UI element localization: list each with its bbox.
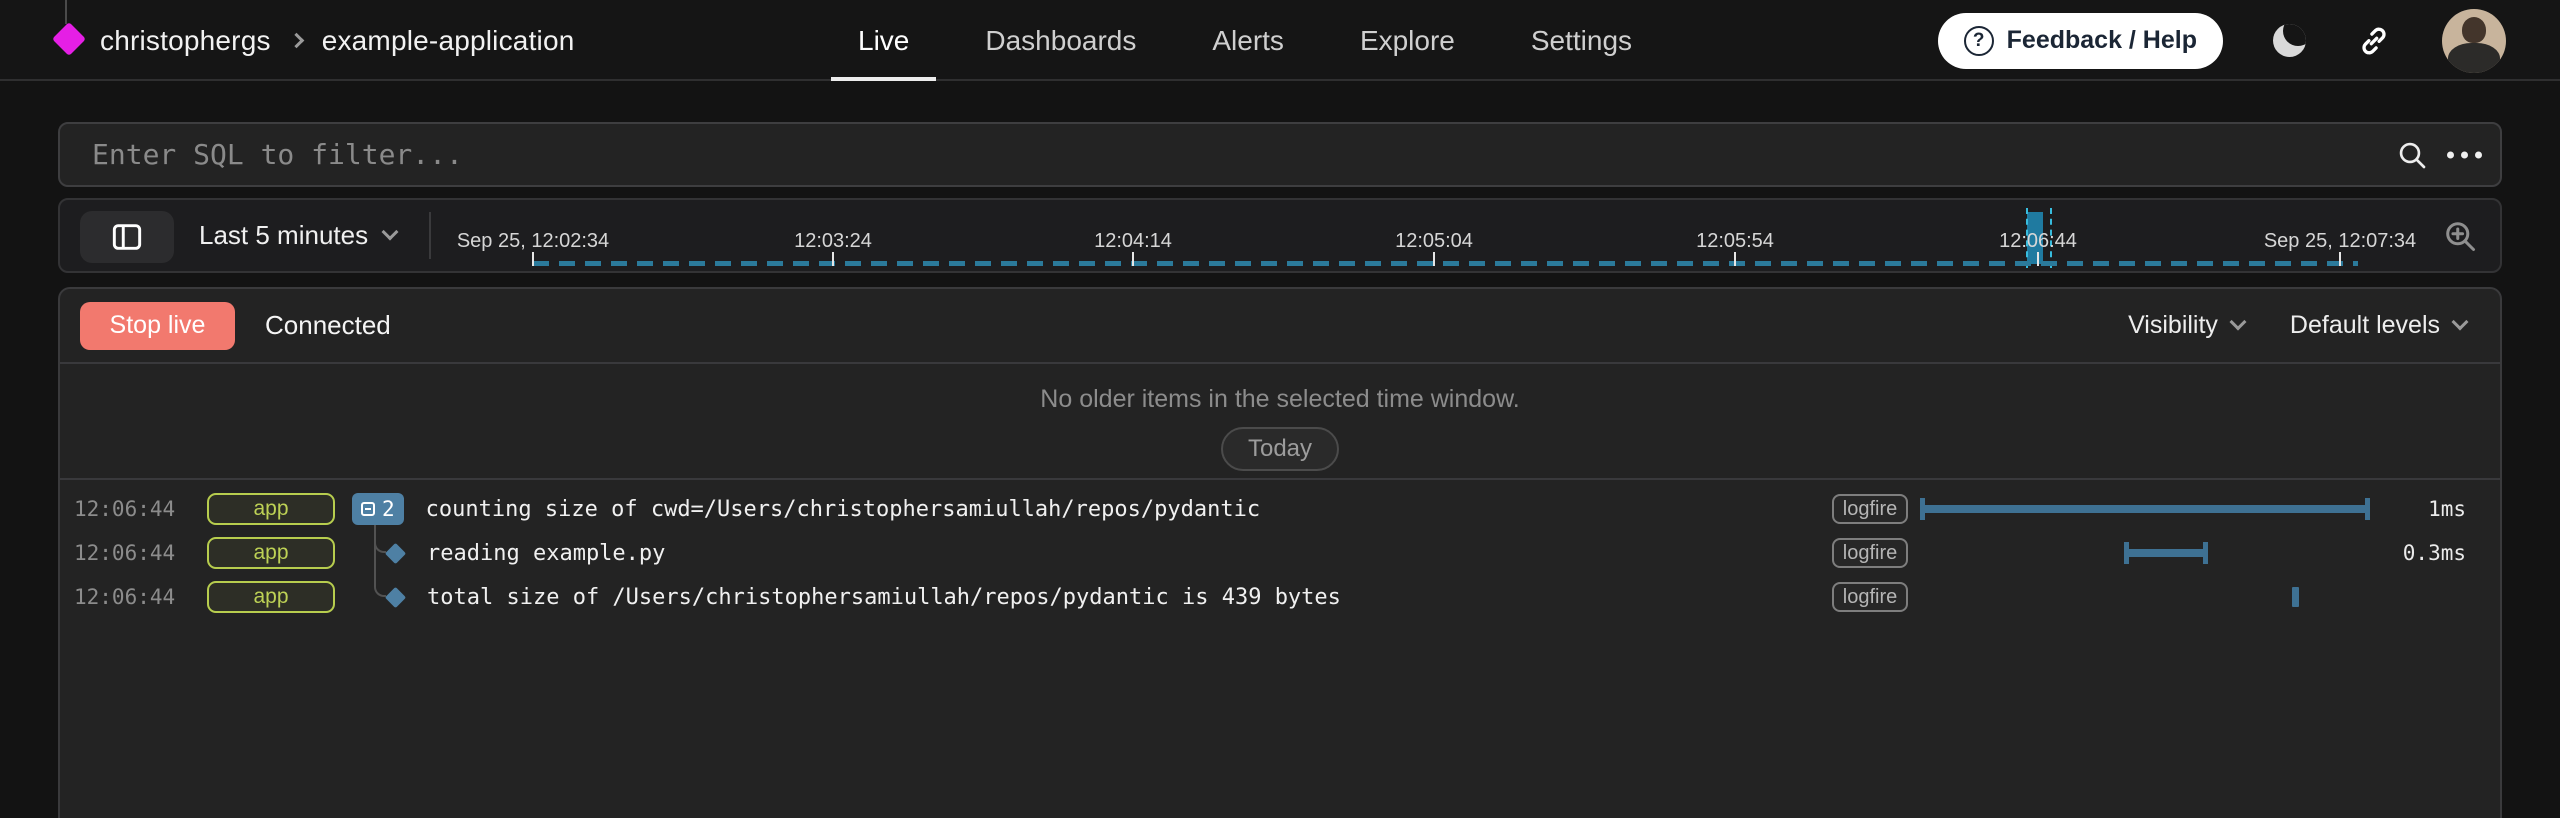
timeline-strip[interactable]: Sep 25, 12:02:34 12:03:24 12:04:14 12:05… [60, 200, 2430, 271]
logo-tail-line [65, 0, 67, 24]
minus-square-icon [361, 502, 375, 516]
tick-label: Sep 25, 12:02:34 [457, 230, 609, 253]
theme-moon-icon[interactable] [2273, 24, 2306, 57]
chevron-right-icon [288, 33, 304, 49]
tag-badge-logfire[interactable]: logfire [1832, 494, 1908, 524]
user-avatar[interactable] [2442, 9, 2506, 73]
live-header-controls: Visibility Default levels [2128, 311, 2480, 340]
log-timestamp: 12:06:44 [74, 585, 207, 609]
tick-mark [2339, 252, 2341, 266]
tick-mark [832, 252, 834, 266]
log-row-body: 2 counting size of cwd=/Users/christophe… [335, 493, 1260, 525]
chevron-down-icon [2452, 313, 2469, 330]
breadcrumb-org[interactable]: christophergs [100, 25, 271, 57]
nav-right-cluster: ? Feedback / Help [1938, 0, 2506, 81]
tick-label: 12:05:04 [1395, 230, 1473, 253]
question-circle-icon: ? [1964, 26, 1994, 56]
log-row-body: reading example.py [335, 541, 665, 566]
child-count: 2 [382, 497, 395, 521]
tab-explore[interactable]: Explore [1333, 0, 1482, 81]
magnifier-plus-icon [2442, 218, 2478, 254]
empty-state-message: No older items in the selected time wind… [1040, 385, 1519, 414]
chevron-down-icon [2229, 313, 2246, 330]
log-timestamp: 12:06:44 [74, 497, 207, 521]
tag-badge-logfire[interactable]: logfire [1832, 582, 1908, 612]
span-diamond-icon [385, 542, 406, 563]
connection-status: Connected [265, 310, 391, 341]
share-link-icon[interactable] [2356, 23, 2392, 59]
tick-label: 12:04:14 [1094, 230, 1172, 253]
today-button[interactable]: Today [1221, 427, 1339, 471]
log-message: total size of /Users/christophersamiulla… [427, 585, 1341, 610]
log-instant-tick [2292, 587, 2299, 607]
log-timestamp: 12:06:44 [74, 541, 207, 565]
tick-mark [1132, 252, 1134, 266]
nav-tabs: Live Dashboards Alerts Explore Settings [831, 0, 1659, 81]
visibility-dropdown[interactable]: Visibility [2128, 311, 2244, 340]
tick-label: 12:06:44 [1999, 230, 2077, 253]
zoom-in-button[interactable] [2442, 218, 2478, 254]
top-nav: christophergs example-application Live D… [0, 0, 2560, 81]
collapse-children-badge[interactable]: 2 [352, 493, 404, 525]
log-row-log-child[interactable]: 12:06:44 app total size of /Users/christ… [60, 575, 2500, 619]
app-root: christophergs example-application Live D… [0, 0, 2560, 818]
span-duration-label: 1ms [2428, 497, 2466, 521]
log-message: reading example.py [427, 541, 665, 566]
tick-mark [1433, 252, 1435, 266]
tick-mark [532, 252, 534, 266]
log-row-span-child[interactable]: 12:06:44 app reading example.py logfire … [60, 531, 2500, 575]
stop-live-button[interactable]: Stop live [80, 302, 235, 350]
log-message: counting size of cwd=/Users/christophers… [426, 497, 1260, 522]
breadcrumb: christophergs example-application [100, 0, 575, 81]
tab-settings[interactable]: Settings [1504, 0, 1659, 81]
tick-mark [1734, 252, 1736, 266]
log-rows: 12:06:44 app 2 counting size of cwd=/Use… [60, 480, 2500, 619]
sql-filter-input[interactable] [60, 124, 2500, 185]
live-trace-panel: Stop live Connected Visibility Default l… [58, 287, 2502, 818]
tag-badge-logfire[interactable]: logfire [1832, 538, 1908, 568]
search-icon[interactable] [2396, 139, 2428, 171]
log-row-span-parent[interactable]: 12:06:44 app 2 counting size of cwd=/Use… [60, 487, 2500, 531]
breadcrumb-project[interactable]: example-application [322, 25, 575, 57]
default-levels-dropdown[interactable]: Default levels [2290, 311, 2466, 340]
tick-label: 12:05:54 [1696, 230, 1774, 253]
logfire-logo-icon[interactable] [52, 22, 86, 56]
timeline-dashed-baseline [533, 261, 2358, 266]
tab-alerts[interactable]: Alerts [1185, 0, 1311, 81]
visibility-label: Visibility [2128, 311, 2218, 340]
tab-live[interactable]: Live [831, 0, 936, 81]
scope-badge-app[interactable]: app [207, 581, 335, 613]
feedback-help-button[interactable]: ? Feedback / Help [1938, 13, 2223, 69]
tab-dashboards[interactable]: Dashboards [958, 0, 1163, 81]
tick-label: 12:03:24 [794, 230, 872, 253]
time-range-bar: Last 5 minutes Sep 25, 12:02:34 12:03:24… [58, 198, 2502, 273]
tick-label: Sep 25, 12:07:34 [2264, 230, 2416, 253]
tick-mark [2037, 252, 2039, 266]
span-diamond-icon [385, 586, 406, 607]
live-header: Stop live Connected Visibility Default l… [60, 289, 2500, 364]
empty-state: No older items in the selected time wind… [60, 364, 2500, 480]
log-row-body: total size of /Users/christophersamiulla… [335, 585, 1341, 610]
span-duration-label: 0.3ms [2403, 541, 2466, 565]
default-levels-label: Default levels [2290, 311, 2440, 340]
feedback-help-label: Feedback / Help [2007, 26, 2197, 55]
scope-badge-app[interactable]: app [207, 493, 335, 525]
more-options-icon[interactable] [2447, 151, 2482, 158]
span-duration-bar [1921, 505, 2369, 513]
span-duration-bar [2125, 549, 2207, 557]
scope-badge-app[interactable]: app [207, 537, 335, 569]
sql-filter-bar [58, 122, 2502, 187]
